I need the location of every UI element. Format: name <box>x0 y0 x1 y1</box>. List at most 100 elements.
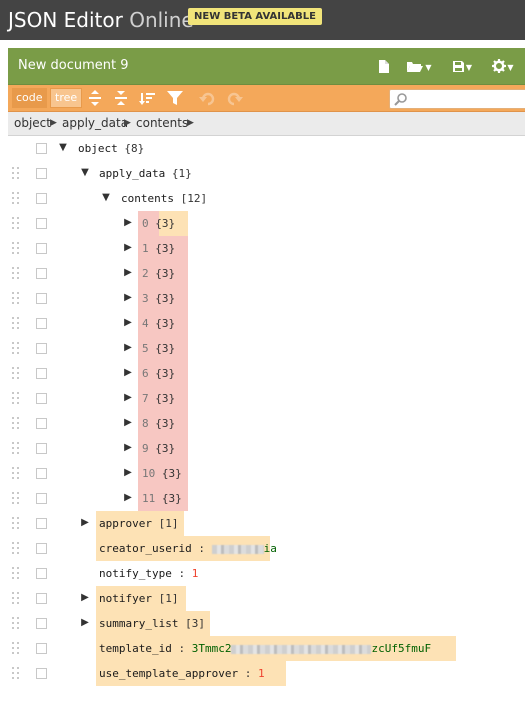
breadcrumb-arrow-icon[interactable]: ▶ <box>124 112 131 135</box>
drag-handle-icon[interactable] <box>12 667 22 680</box>
breadcrumb-arrow-icon[interactable]: ▶ <box>50 112 57 135</box>
field-value[interactable]: 1 <box>258 667 265 680</box>
context-menu-button[interactable] <box>36 318 47 329</box>
context-menu-button[interactable] <box>36 568 47 579</box>
field-name[interactable]: approver <box>99 517 152 530</box>
collapse-arrow-icon[interactable]: ▼ <box>100 193 112 203</box>
mode-tree-button[interactable]: tree <box>50 88 83 108</box>
drag-handle-icon[interactable] <box>12 467 22 480</box>
field-value-end[interactable]: zcUf5fmuF <box>371 642 431 655</box>
expand-arrow-icon[interactable]: ▶ <box>79 518 91 528</box>
expand-arrow-icon[interactable]: ▶ <box>79 618 91 628</box>
context-menu-button[interactable] <box>36 593 47 604</box>
drag-handle-icon[interactable] <box>12 342 22 355</box>
field-value[interactable]: ia <box>264 542 277 555</box>
field-name[interactable]: notify_type <box>99 567 172 580</box>
context-menu-button[interactable] <box>36 493 47 504</box>
context-menu-button[interactable] <box>36 443 47 454</box>
collapse-arrow-icon[interactable]: ▼ <box>79 168 91 178</box>
context-menu-button[interactable] <box>36 243 47 254</box>
context-menu-button[interactable] <box>36 643 47 654</box>
drag-handle-icon[interactable] <box>12 517 22 530</box>
context-menu-button[interactable] <box>36 518 47 529</box>
item-index: 0 <box>142 217 149 230</box>
field-name[interactable]: notifyer <box>99 592 152 605</box>
undo-button[interactable] <box>198 89 216 107</box>
drag-handle-icon[interactable] <box>12 192 22 205</box>
context-menu-button[interactable] <box>36 218 47 229</box>
context-menu-button[interactable] <box>36 618 47 629</box>
drag-handle-icon[interactable] <box>12 167 22 180</box>
drag-handle-icon[interactable] <box>12 317 22 330</box>
context-menu-button[interactable] <box>36 418 47 429</box>
app-logo[interactable]: JSON Editor Online <box>8 8 194 32</box>
field-value[interactable]: 1 <box>192 567 199 580</box>
expand-arrow-icon[interactable]: ▶ <box>122 368 134 378</box>
field-name[interactable]: apply_data <box>99 167 165 180</box>
expand-arrow-icon[interactable]: ▶ <box>122 468 134 478</box>
breadcrumb-arrow-icon[interactable]: ▶ <box>187 112 194 135</box>
drag-handle-icon[interactable] <box>12 367 22 380</box>
collapse-all-button[interactable] <box>112 89 130 107</box>
expand-arrow-icon[interactable]: ▶ <box>122 393 134 403</box>
field-name[interactable]: summary_list <box>99 617 178 630</box>
context-menu-button[interactable] <box>36 368 47 379</box>
context-menu-button[interactable] <box>36 543 47 554</box>
search-input[interactable] <box>410 91 524 108</box>
redo-button[interactable] <box>226 89 244 107</box>
context-menu-button[interactable] <box>36 393 47 404</box>
expand-arrow-icon[interactable]: ▶ <box>122 243 134 253</box>
drag-handle-icon[interactable] <box>12 642 22 655</box>
breadcrumb-item-object[interactable]: object <box>14 112 51 135</box>
breadcrumb-item-contents[interactable]: contents <box>136 112 188 135</box>
context-menu-button[interactable] <box>36 268 47 279</box>
field-name[interactable]: use_template_approver <box>99 667 238 680</box>
drag-handle-icon[interactable] <box>12 217 22 230</box>
settings-button[interactable]: ▼ <box>487 55 519 77</box>
context-menu-button[interactable] <box>36 143 47 154</box>
context-menu-button[interactable] <box>36 468 47 479</box>
expand-arrow-icon[interactable]: ▶ <box>122 443 134 453</box>
context-menu-button[interactable] <box>36 293 47 304</box>
beta-badge[interactable]: NEW BETA AVAILABLE <box>188 8 322 25</box>
save-button[interactable]: ▼ <box>447 55 477 77</box>
expand-all-button[interactable] <box>86 89 104 107</box>
context-menu-button[interactable] <box>36 668 47 679</box>
context-menu-button[interactable] <box>36 343 47 354</box>
field-name[interactable]: template_id <box>99 642 172 655</box>
drag-handle-icon[interactable] <box>12 242 22 255</box>
field-name[interactable]: creator_userid <box>99 542 192 555</box>
new-document-button[interactable] <box>375 55 393 77</box>
context-menu-button[interactable] <box>36 193 47 204</box>
drag-handle-icon[interactable] <box>12 567 22 580</box>
drag-handle-icon[interactable] <box>12 592 22 605</box>
expand-arrow-icon[interactable]: ▶ <box>79 593 91 603</box>
expand-arrow-icon[interactable]: ▶ <box>122 493 134 503</box>
expand-arrow-icon[interactable]: ▶ <box>122 318 134 328</box>
collapse-arrow-icon[interactable]: ▼ <box>57 143 69 153</box>
drag-handle-icon[interactable] <box>12 417 22 430</box>
expand-arrow-icon[interactable]: ▶ <box>122 268 134 278</box>
mode-code-button[interactable]: code <box>12 88 47 108</box>
breadcrumb-item-apply-data[interactable]: apply_data <box>62 112 128 135</box>
filter-button[interactable] <box>166 89 184 107</box>
drag-handle-icon[interactable] <box>12 392 22 405</box>
drag-handle-icon[interactable] <box>12 442 22 455</box>
drag-handle-icon[interactable] <box>12 542 22 555</box>
expand-arrow-icon[interactable]: ▶ <box>122 218 134 228</box>
expand-arrow-icon[interactable]: ▶ <box>122 293 134 303</box>
drag-handle-icon[interactable] <box>12 617 22 630</box>
field-name[interactable]: object <box>78 142 118 155</box>
field-name[interactable]: contents <box>121 192 174 205</box>
expand-arrow-icon[interactable]: ▶ <box>122 418 134 428</box>
drag-handle-icon[interactable] <box>12 492 22 505</box>
sort-button[interactable] <box>139 89 157 107</box>
expand-arrow-icon[interactable]: ▶ <box>122 343 134 353</box>
open-button[interactable]: ▼ <box>403 55 435 77</box>
drag-handle-icon[interactable] <box>12 267 22 280</box>
drag-handle-icon[interactable] <box>12 292 22 305</box>
document-name[interactable]: New document 9 <box>18 58 128 73</box>
context-menu-button[interactable] <box>36 168 47 179</box>
search-icon <box>394 93 407 106</box>
field-value-start[interactable]: 3Tmmc2 <box>192 642 232 655</box>
